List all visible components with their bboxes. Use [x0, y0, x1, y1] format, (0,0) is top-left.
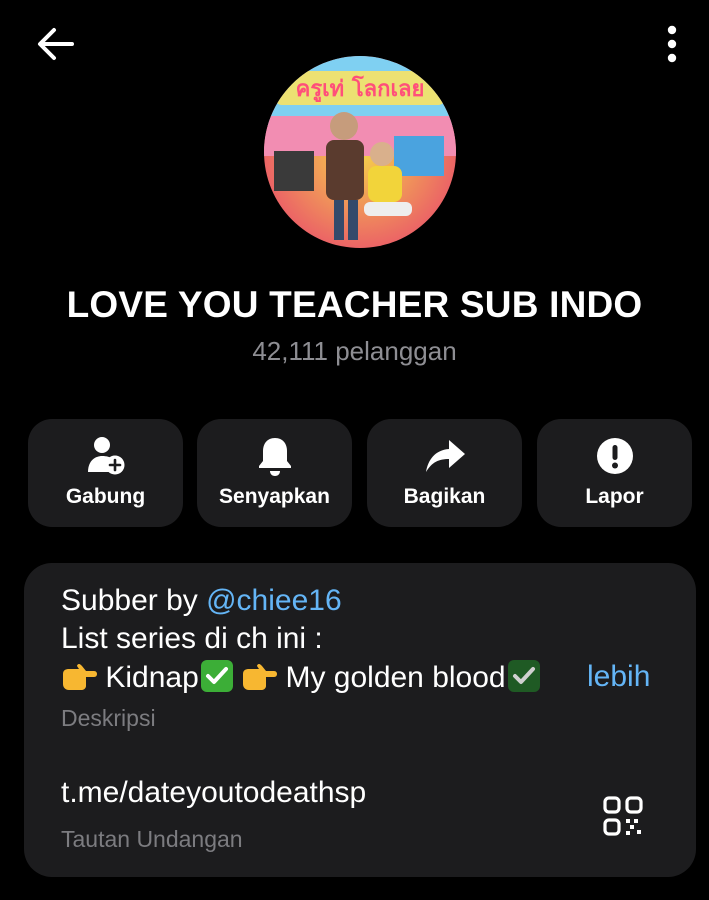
description-label: Deskripsi — [61, 705, 156, 731]
report-label: Lapor — [585, 485, 644, 508]
subber-prefix: Subber by — [61, 584, 207, 617]
report-button[interactable]: Lapor — [537, 419, 692, 527]
qr-code-icon — [603, 796, 643, 836]
share-button[interactable]: Bagikan — [367, 419, 522, 527]
bell-icon — [258, 438, 291, 476]
add-user-icon — [87, 437, 124, 475]
channel-info-card: Subber by @chiee16 List series di ch ini… — [24, 563, 696, 877]
description-line-3: Kidnap My golden blood — [61, 660, 540, 695]
subscriber-count: 42,111 pelanggan — [252, 336, 457, 366]
series-kidnap: Kidnap — [105, 661, 199, 694]
more-options-button[interactable] — [652, 22, 692, 66]
series-my-golden-blood: My golden blood — [285, 661, 506, 694]
share-arrow-icon — [425, 440, 465, 472]
join-button[interactable]: Gabung — [28, 419, 183, 527]
subber-mention-link[interactable]: @chiee16 — [206, 584, 342, 617]
avatar-logo-text: ครูเท่ โลกเลย — [296, 75, 425, 103]
share-label: Bagikan — [403, 485, 486, 508]
more-vertical-icon — [667, 25, 677, 63]
description-line-2: List series di ch ini : — [61, 622, 323, 655]
mute-button[interactable]: Senyapkan — [197, 419, 352, 527]
pointing-right-emoji-icon-2 — [243, 664, 278, 690]
invite-link[interactable]: t.me/dateyoutodeathsp — [61, 776, 366, 810]
mute-label: Senyapkan — [219, 485, 330, 508]
channel-title: LOVE YOU TEACHER SUB INDO — [66, 284, 643, 325]
back-button[interactable] — [34, 24, 76, 64]
show-more-link[interactable]: lebih — [587, 660, 650, 694]
check-mark-emoji-icon-2 — [507, 660, 540, 692]
pointing-right-emoji-icon — [63, 664, 97, 690]
check-mark-emoji-icon — [200, 660, 233, 692]
description-line-1: Subber by @chiee16 — [61, 584, 342, 618]
qr-code-button[interactable] — [602, 795, 644, 837]
arrow-left-icon — [38, 28, 74, 60]
action-buttons: Gabung Senyapkan Bagikan Lapor — [28, 419, 692, 527]
join-label: Gabung — [65, 485, 146, 508]
alert-circle-icon — [596, 438, 633, 474]
invite-link-label: Tautan Undangan — [61, 826, 243, 852]
channel-avatar[interactable]: ครูเท่ โลกเลย — [264, 56, 456, 248]
avatar-image: ครูเท่ โลกเลย — [264, 56, 456, 248]
